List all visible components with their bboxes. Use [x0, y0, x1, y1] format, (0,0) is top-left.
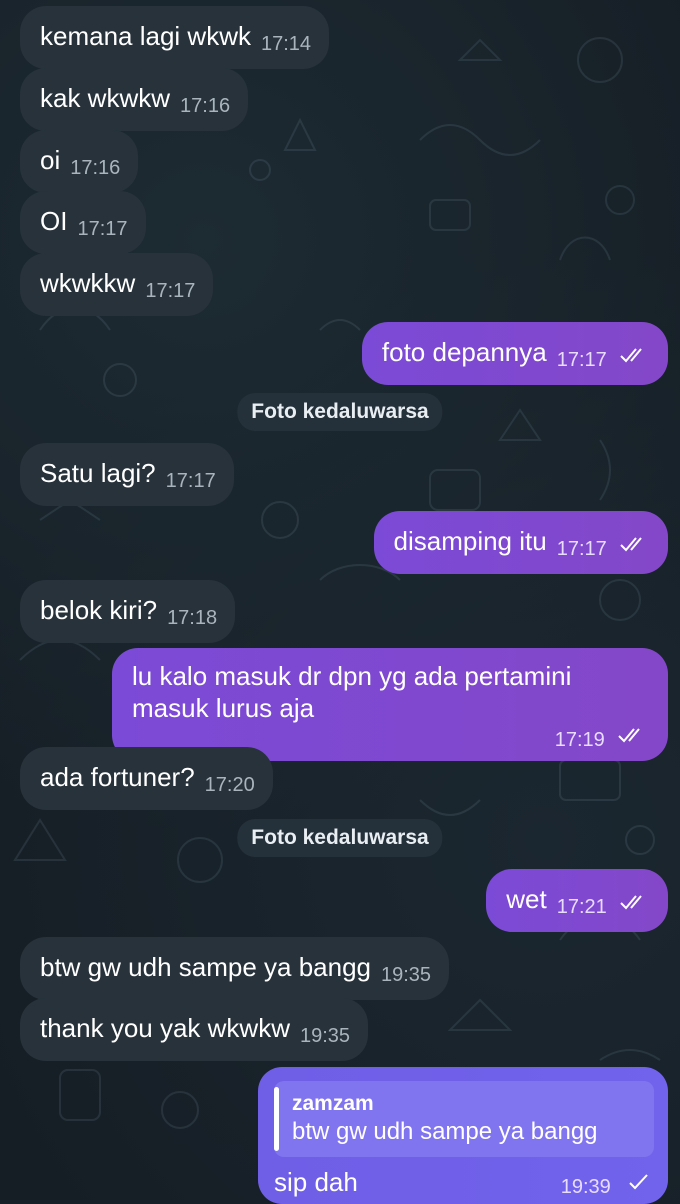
outgoing-message[interactable]: disamping itu 17:17 — [373, 511, 668, 574]
message-text: kemana lagi wkwk — [40, 21, 251, 51]
message-text: btw gw udh sampe ya bangg — [40, 952, 371, 982]
incoming-message[interactable]: Satu lagi? 17:17 — [20, 443, 234, 506]
message-text: Satu lagi? — [40, 458, 156, 488]
incoming-message[interactable]: kak wkwkw 17:16 — [20, 68, 249, 131]
sent-single-check-icon — [629, 1174, 648, 1190]
read-double-check-icon — [618, 728, 640, 743]
outgoing-reply-message[interactable]: zamzam btw gw udh sampe ya bangg sip dah… — [258, 1067, 668, 1204]
message-text: ada fortuner? — [40, 762, 195, 792]
outgoing-message[interactable]: foto depannya 17:17 — [361, 322, 668, 385]
message-text: lu kalo masuk dr dpn yg ada pertamini ma… — [132, 661, 572, 723]
outgoing-message[interactable]: wet 17:21 — [486, 869, 668, 932]
reply-quoted-text: btw gw udh sampe ya bangg — [292, 1118, 598, 1145]
service-notice: Foto kedaluwarsa — [237, 393, 443, 431]
read-double-check-icon — [620, 895, 642, 910]
reply-author: zamzam — [292, 1092, 374, 1115]
message-text: wet — [506, 884, 547, 914]
message-text: kak wkwkw — [40, 83, 171, 113]
message-text: thank you yak wkwkw — [40, 1013, 290, 1043]
message-time: 17:16 — [180, 95, 231, 117]
message-time: 19:35 — [299, 1025, 351, 1047]
message-time: 17:20 — [204, 774, 255, 796]
incoming-message[interactable]: wkwkkw 17:17 — [20, 253, 214, 316]
message-time: 17:14 — [260, 33, 312, 55]
message-text: oi — [40, 145, 61, 175]
service-notice: Foto kedaluwarsa — [237, 819, 443, 857]
message-time: 17:17 — [556, 349, 607, 371]
message-text: OI — [40, 206, 68, 236]
message-time: 17:19 — [554, 729, 605, 751]
message-time: 17:17 — [165, 470, 216, 492]
message-text: belok kiri? — [40, 595, 158, 625]
message-time: 19:39 — [560, 1176, 611, 1198]
message-text: disamping itu — [393, 526, 547, 556]
read-double-check-icon — [620, 348, 642, 363]
message-text: wkwkkw — [40, 268, 136, 298]
incoming-message[interactable]: belok kiri? 17:18 — [20, 580, 236, 643]
incoming-message[interactable]: OI 17:17 — [20, 191, 146, 254]
read-double-check-icon — [620, 537, 642, 552]
message-time: 17:17 — [145, 280, 196, 302]
incoming-message[interactable]: oi 17:16 — [20, 130, 139, 193]
incoming-message[interactable]: thank you yak wkwkw 19:35 — [20, 998, 369, 1061]
message-time: 17:17 — [77, 218, 128, 240]
message-time: 17:17 — [556, 538, 607, 560]
message-time: 17:21 — [556, 896, 607, 918]
incoming-message[interactable]: ada fortuner? 17:20 — [20, 747, 273, 810]
message-time: 17:18 — [167, 607, 218, 629]
message-time: 19:35 — [381, 964, 432, 986]
outgoing-message[interactable]: lu kalo masuk dr dpn yg ada pertamini ma… — [112, 648, 668, 761]
message-text: sip dah — [274, 1167, 358, 1197]
incoming-message[interactable]: kemana lagi wkwk 17:14 — [20, 6, 330, 69]
message-text: foto depannya — [381, 337, 547, 367]
reply-preview[interactable]: zamzam btw gw udh sampe ya bangg — [274, 1081, 654, 1157]
incoming-message[interactable]: btw gw udh sampe ya bangg 19:35 — [20, 937, 450, 1000]
message-time: 17:16 — [70, 157, 121, 179]
